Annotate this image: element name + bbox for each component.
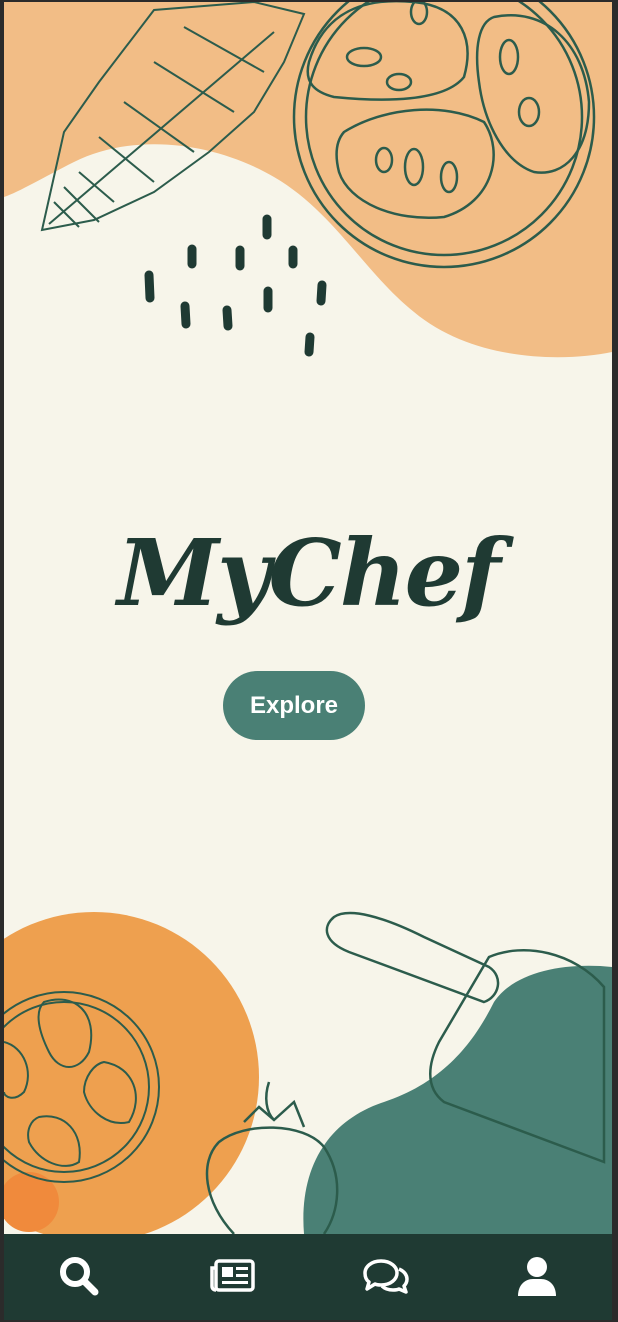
- bottom-nav-bar: [4, 1234, 612, 1320]
- user-icon: [518, 1257, 556, 1296]
- tab-chat[interactable]: [356, 1250, 416, 1302]
- explore-button[interactable]: Explore: [223, 671, 365, 740]
- splash-screen: MyChef Explore: [4, 2, 612, 1320]
- app-title: MyChef: [117, 519, 501, 627]
- chat-icon: [363, 1259, 409, 1294]
- search-icon: [60, 1257, 99, 1296]
- newspaper-icon: [210, 1259, 255, 1292]
- tab-profile[interactable]: [507, 1250, 567, 1302]
- tab-search[interactable]: [49, 1250, 109, 1302]
- tab-news[interactable]: [202, 1250, 262, 1302]
- seed-dots: [144, 214, 327, 357]
- green-blob: [303, 965, 612, 1234]
